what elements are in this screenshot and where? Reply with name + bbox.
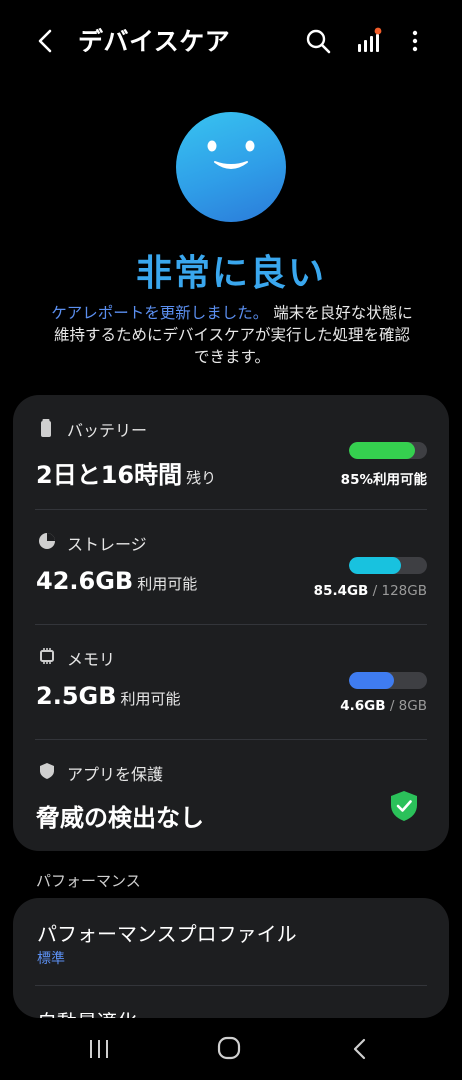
auto-optimize-item[interactable]: 自動最適化 xyxy=(37,1006,137,1018)
storage-bar xyxy=(349,557,427,574)
battery-label: バッテリー xyxy=(67,421,148,440)
divider xyxy=(35,985,427,986)
back-arrow-icon[interactable] xyxy=(30,24,62,58)
system-nav-bar xyxy=(0,1018,462,1080)
memory-available: 2.5GB 利用可能 xyxy=(36,682,181,710)
device-status-card: バッテリー 2日と16時間 残り 85%利用可能 ストレージ 42.6GB 利用可能… xyxy=(13,395,449,851)
memory-label: メモリ xyxy=(67,650,116,669)
memory-bar-fill xyxy=(349,672,394,689)
recent-apps-icon[interactable] xyxy=(86,1038,112,1060)
home-icon[interactable] xyxy=(217,1036,241,1060)
smiley-face-icon xyxy=(176,112,286,222)
status-title: 非常に良い xyxy=(135,253,326,294)
battery-bar-fill xyxy=(349,442,416,459)
app-bar: デバイスケア xyxy=(0,0,462,84)
back-nav-icon[interactable] xyxy=(350,1037,370,1061)
battery-bar xyxy=(349,442,427,459)
storage-label: ストレージ xyxy=(67,535,147,554)
signal-notification-icon[interactable] xyxy=(356,26,384,54)
care-report-link[interactable]: ケアレポートを更新しました。 xyxy=(51,304,268,322)
battery-remaining: 2日と16時間 残り xyxy=(36,461,217,489)
battery-row[interactable]: バッテリー 2日と16時間 残り 85%利用可能 xyxy=(13,395,449,509)
care-report-description: ケアレポートを更新しました。 端末を良好な状態に 維持するためにデバイスケアが実… xyxy=(51,304,413,366)
performance-profile-value: 標準 xyxy=(37,951,65,967)
performance-section-title: パフォーマンス xyxy=(36,872,141,890)
performance-profile-title[interactable]: パフォーマンスプロファイル xyxy=(37,918,297,947)
shield-check-icon xyxy=(391,791,417,821)
performance-card: パフォーマンスプロファイル 標準 自動最適化 xyxy=(13,898,449,1018)
shield-icon xyxy=(40,763,54,779)
battery-icon xyxy=(41,419,51,437)
more-vert-icon[interactable] xyxy=(403,28,427,56)
threat-status: 脅威の検出なし xyxy=(36,804,204,832)
storage-bar-fill xyxy=(349,557,402,574)
memory-bar xyxy=(349,672,427,689)
memory-usage: 4.6GB / 8GB xyxy=(340,698,427,714)
search-icon[interactable] xyxy=(304,27,332,55)
memory-chip-icon xyxy=(40,648,54,664)
storage-usage: 85.4GB / 128GB xyxy=(313,583,427,599)
memory-row[interactable]: メモリ 2.5GB 利用可能 4.6GB / 8GB xyxy=(13,625,449,739)
page-title: デバイスケア xyxy=(78,27,231,56)
app-protection-label: アプリを保護 xyxy=(67,765,164,784)
storage-row[interactable]: ストレージ 42.6GB 利用可能 85.4GB / 128GB xyxy=(13,510,449,624)
app-protection-row[interactable]: アプリを保護 脅威の検出なし xyxy=(13,740,449,851)
storage-available: 42.6GB 利用可能 xyxy=(36,567,198,595)
battery-percent: 85%利用可能 xyxy=(340,472,427,488)
storage-pie-icon xyxy=(39,533,55,549)
